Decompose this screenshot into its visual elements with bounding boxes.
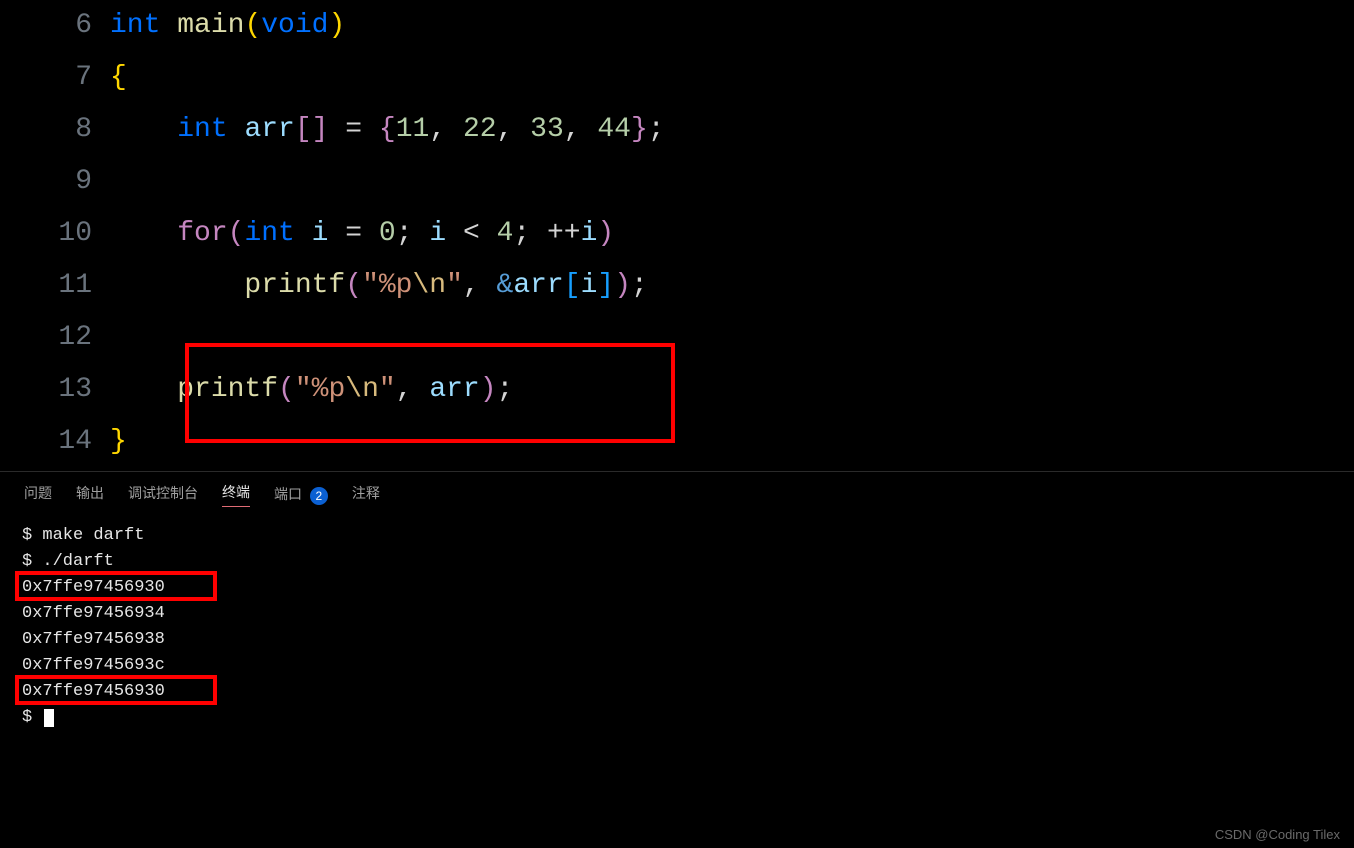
terminal-line: 0x7ffe97456938: [22, 627, 1332, 653]
terminal-cursor: [44, 709, 54, 727]
terminal-line: 0x7ffe97456930: [22, 679, 1332, 705]
tab-problems[interactable]: 问题: [24, 483, 52, 507]
line-number: 9: [0, 156, 110, 208]
line-number: 6: [0, 0, 110, 52]
code-line: 9: [0, 156, 1354, 208]
code-content: printf("%p\n", arr);: [110, 364, 513, 416]
terminal-line: 0x7ffe97456930: [22, 575, 1332, 601]
terminal-output[interactable]: $ make darft$ ./darft0x7ffe974569300x7ff…: [0, 513, 1354, 731]
code-editor[interactable]: 6int main(void)7{8 int arr[] = {11, 22, …: [0, 0, 1354, 471]
terminal-line: $: [22, 705, 1332, 731]
line-number: 12: [0, 312, 110, 364]
ports-badge: 2: [310, 487, 328, 505]
code-content: {: [110, 52, 127, 104]
code-line: 11 printf("%p\n", &arr[i]);: [0, 260, 1354, 312]
terminal-line: $ ./darft: [22, 549, 1332, 575]
line-number: 11: [0, 260, 110, 312]
line-number: 7: [0, 52, 110, 104]
tab-ports: 端口: [274, 486, 302, 506]
line-number: 13: [0, 364, 110, 416]
code-line: 13 printf("%p\n", arr);: [0, 364, 1354, 416]
terminal-line: 0x7ffe97456934: [22, 601, 1332, 627]
code-content: printf("%p\n", &arr[i]);: [110, 260, 648, 312]
watermark: CSDN @Coding Tilex: [1215, 827, 1340, 842]
code-content: int main(void): [110, 0, 345, 52]
line-number: 14: [0, 416, 110, 468]
tab-ports-group[interactable]: 端口 2: [274, 484, 328, 504]
code-line: 14}: [0, 416, 1354, 468]
terminal-line: $ make darft: [22, 523, 1332, 549]
bottom-panel: 问题 输出 调试控制台 终端 端口 2 注释 $ make darft$ ./d…: [0, 471, 1354, 731]
tab-terminal[interactable]: 终端: [222, 482, 250, 507]
code-line: 8 int arr[] = {11, 22, 33, 44};: [0, 104, 1354, 156]
terminal-line: 0x7ffe9745693c: [22, 653, 1332, 679]
code-line: 6int main(void): [0, 0, 1354, 52]
code-line: 12: [0, 312, 1354, 364]
line-number: 8: [0, 104, 110, 156]
code-content: for(int i = 0; i < 4; ++i): [110, 208, 614, 260]
tab-comments[interactable]: 注释: [352, 483, 380, 507]
code-content: int arr[] = {11, 22, 33, 44};: [110, 104, 665, 156]
panel-tabs: 问题 输出 调试控制台 终端 端口 2 注释: [0, 472, 1354, 513]
tab-debug-console[interactable]: 调试控制台: [128, 483, 198, 507]
code-line: 7{: [0, 52, 1354, 104]
code-content: }: [110, 416, 127, 468]
code-line: 10 for(int i = 0; i < 4; ++i): [0, 208, 1354, 260]
tab-output[interactable]: 输出: [76, 483, 104, 507]
line-number: 10: [0, 208, 110, 260]
